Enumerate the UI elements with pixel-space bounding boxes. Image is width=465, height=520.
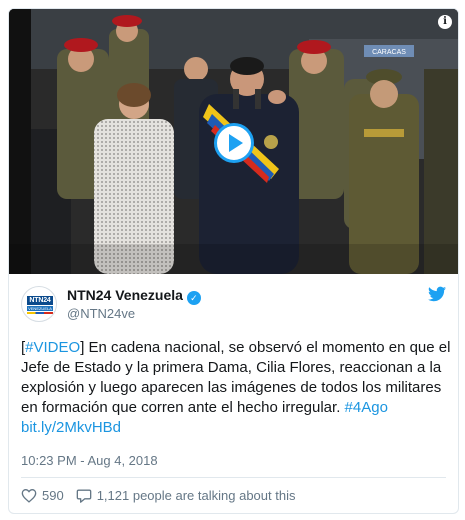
like-count: 590 [42, 487, 64, 503]
info-icon[interactable]: i [438, 15, 452, 29]
reply-bubble-icon [76, 489, 92, 503]
play-button[interactable] [214, 123, 254, 163]
talking-count: 1,121 people are talking about this [96, 487, 296, 503]
hashtag-video-link[interactable]: #VIDEO [25, 339, 80, 356]
video-thumbnail[interactable]: CARACAS i [9, 9, 458, 274]
like-action[interactable]: 590 [21, 488, 64, 503]
author-name-row[interactable]: NTN24 Venezuela ✓ [67, 287, 201, 305]
avatar-logo-text: NTN24 [27, 296, 53, 305]
caracas-sign-text: CARACAS [372, 49, 406, 56]
author-handle[interactable]: @NTN24ve [67, 306, 135, 321]
avatar-flag-stripe [27, 312, 53, 314]
tweet-header: NTN24 VENEZUELA NTN24 Venezuela ✓ @NTN24v… [21, 286, 446, 326]
hashtag-4ago-link[interactable]: #4Ago [345, 399, 388, 416]
tweet-card: CARACAS i NTN24 VENEZUELA NTN24 Venezuel… [8, 8, 459, 514]
play-icon [229, 134, 243, 152]
divider [21, 477, 446, 478]
tweet-actions: 590 1,121 people are talking about this [21, 485, 307, 505]
avatar[interactable]: NTN24 VENEZUELA [21, 286, 57, 322]
verified-badge-icon: ✓ [186, 291, 201, 305]
tweet-timestamp[interactable]: 10:23 PM - Aug 4, 2018 [21, 453, 158, 468]
short-url-link[interactable]: bit.ly/2MkvHBd [21, 419, 121, 436]
author-name[interactable]: NTN24 Venezuela [67, 287, 183, 303]
avatar-subtitle-text: VENEZUELA [27, 306, 53, 311]
conversation-action[interactable]: 1,121 people are talking about this [76, 487, 296, 503]
tweet-text: [#VIDEO] En cadena nacional, se observó … [21, 339, 451, 436]
twitter-bird-icon[interactable] [428, 286, 446, 302]
heart-icon [21, 488, 37, 503]
